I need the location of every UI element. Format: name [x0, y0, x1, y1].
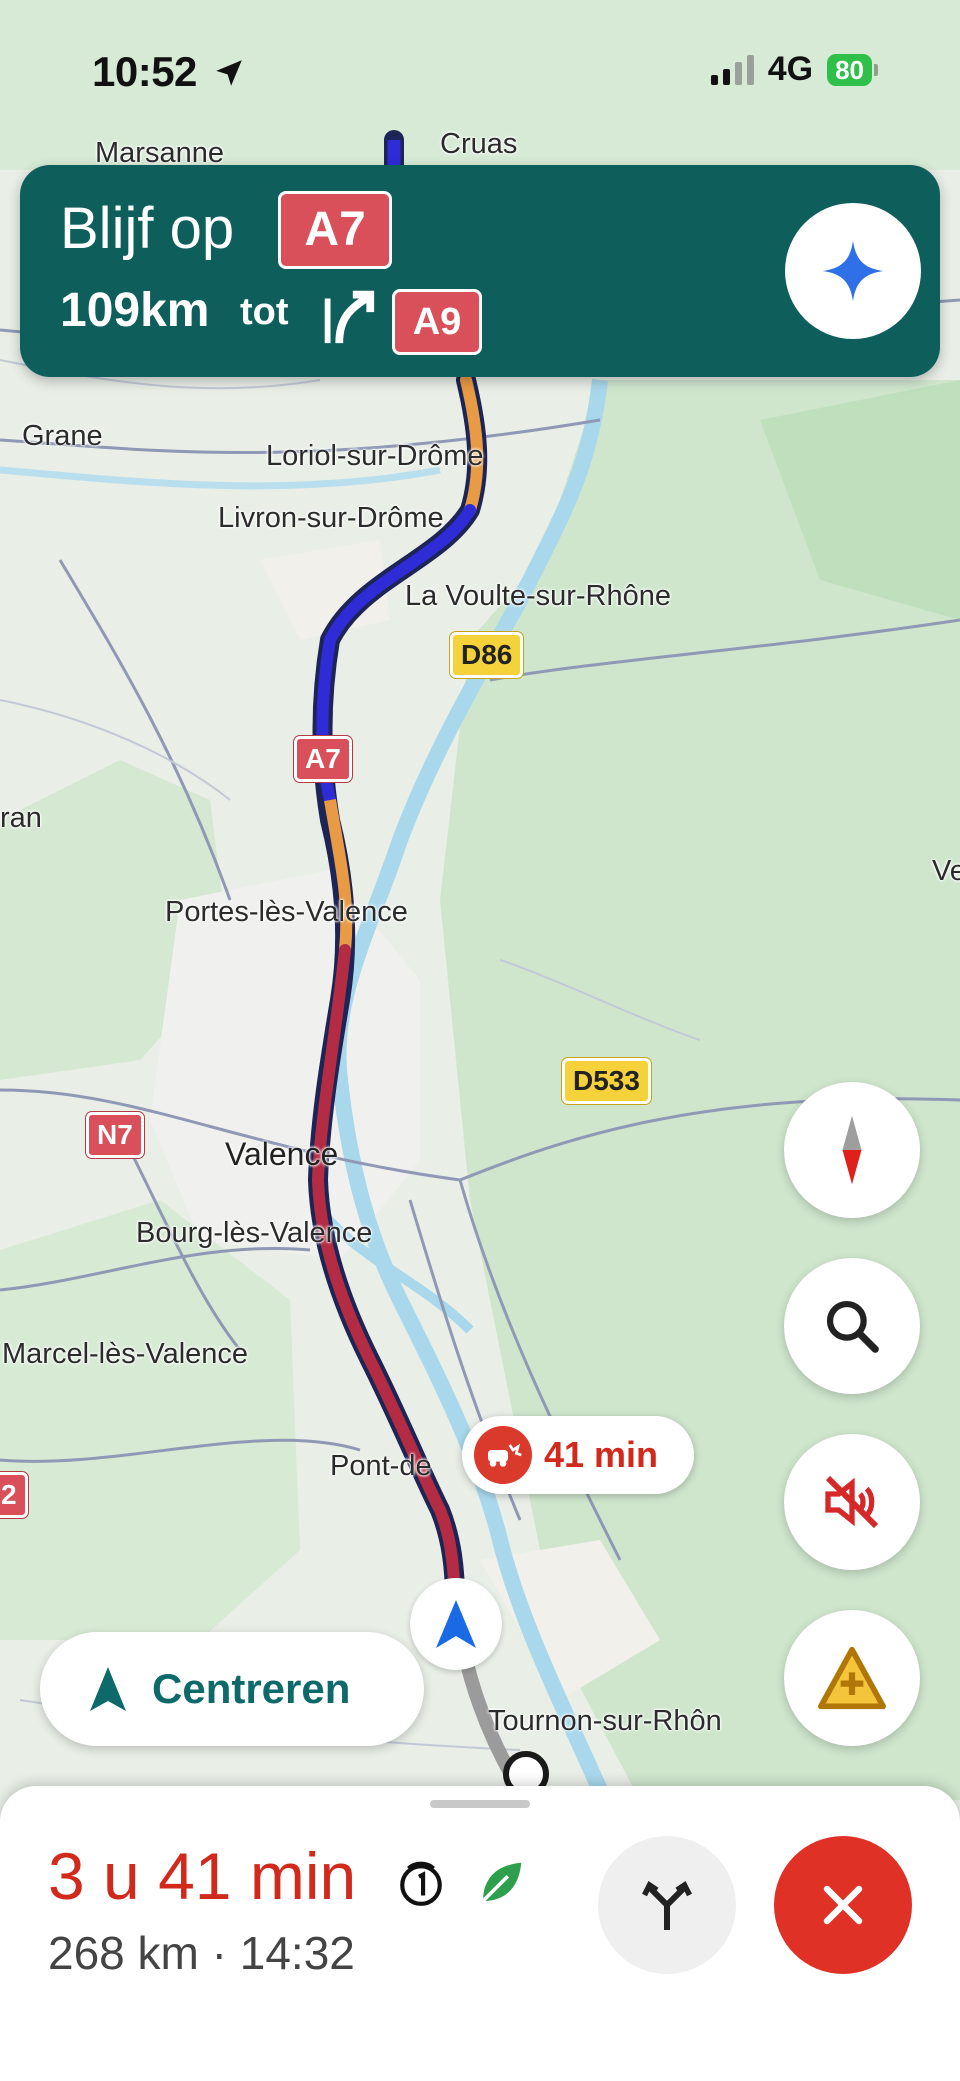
traffic-jam-icon: [474, 1426, 532, 1484]
trip-summary-sheet[interactable]: 3 u 41 min 268 km · 14:32: [0, 1786, 960, 2081]
traffic-delay-bubble[interactable]: 41 min: [462, 1416, 694, 1494]
battery-icon: 80: [827, 53, 878, 86]
place-label-edge-west: ran: [0, 802, 42, 834]
report-incident-button[interactable]: [784, 1610, 920, 1746]
place-label-tournon: Tournon-sur-Rhôn: [488, 1705, 722, 1737]
road-shield-d86: D86: [450, 632, 524, 678]
place-label-la-voulte: La Voulte-sur-Rhône: [405, 580, 671, 612]
gemini-sparkle-icon: [822, 240, 884, 302]
network-type: 4G: [767, 50, 814, 88]
place-label-loriol: Loriol-sur-Drôme: [266, 440, 484, 472]
alternate-routes-button[interactable]: [598, 1836, 736, 1974]
navigation-arrow-icon: [436, 1600, 476, 1648]
compass-icon: [842, 1115, 862, 1185]
exit-navigation-button[interactable]: [774, 1836, 912, 1974]
report-incident-icon: [817, 1646, 886, 1710]
road-shield-edge: 2: [0, 1472, 28, 1518]
next-road-shield: A9: [392, 289, 482, 355]
arrival-time: 14:32: [239, 1927, 355, 1979]
sound-off-icon: [825, 1475, 879, 1529]
trip-distance: 268 km: [48, 1927, 199, 1979]
place-label-bourg: Bourg-lès-Valence: [136, 1217, 373, 1249]
instruction-text: Blijf op: [60, 196, 235, 261]
place-label-valence: Valence: [225, 1136, 339, 1172]
status-indicators: 4G 80: [710, 50, 878, 89]
current-location-marker: [410, 1578, 502, 1670]
trip-duration: 3 u 41 min: [48, 1839, 357, 1913]
search-button[interactable]: [784, 1258, 920, 1394]
place-label-pont-de: Pont-de: [330, 1450, 432, 1482]
traffic-delay-text: 41 min: [544, 1434, 659, 1475]
place-label-edge-east: Ve: [932, 855, 960, 887]
location-arrow-icon: [216, 60, 242, 86]
sheet-grabber[interactable]: [430, 1800, 530, 1808]
compass-button[interactable]: [784, 1082, 920, 1218]
mute-button[interactable]: [784, 1434, 920, 1570]
eco-leaf-icon: [481, 1862, 522, 1903]
fork-right-icon: [324, 290, 375, 344]
recenter-label: Centreren: [152, 1665, 351, 1712]
navigation-banner[interactable]: Blijf op A7 109km tot A9: [20, 165, 940, 377]
battery-level: 80: [827, 53, 872, 86]
distance-to-maneuver: 109km: [60, 284, 210, 337]
navigation-arrow-icon: [90, 1667, 126, 1711]
toll-road-icon: [400, 1861, 442, 1906]
trip-details: 268 km · 14:32: [48, 1926, 355, 1980]
place-label-grane: Grane: [22, 420, 103, 452]
place-label-saint-marcel: Marcel-lès-Valence: [2, 1338, 249, 1370]
trip-separator: ·: [211, 1927, 227, 1979]
signal-strength-icon: [710, 54, 754, 85]
place-label-livron: Livron-sur-Drôme: [218, 502, 444, 534]
road-shield-a7: A7: [294, 736, 352, 782]
status-time: 10:52: [92, 48, 246, 96]
route-fork-icon: [642, 1880, 692, 1930]
close-icon: [823, 1885, 863, 1925]
place-label-cruas: Cruas: [440, 128, 518, 160]
assistant-button[interactable]: [785, 203, 921, 339]
road-shield-n7: N7: [86, 1112, 144, 1158]
distance-connector: tot: [240, 291, 289, 333]
place-label-portes: Portes-lès-Valence: [165, 896, 408, 928]
search-icon: [826, 1300, 879, 1353]
recenter-button[interactable]: Centreren: [40, 1632, 424, 1746]
current-road-shield: A7: [278, 191, 392, 269]
road-shield-d533: D533: [562, 1058, 651, 1104]
